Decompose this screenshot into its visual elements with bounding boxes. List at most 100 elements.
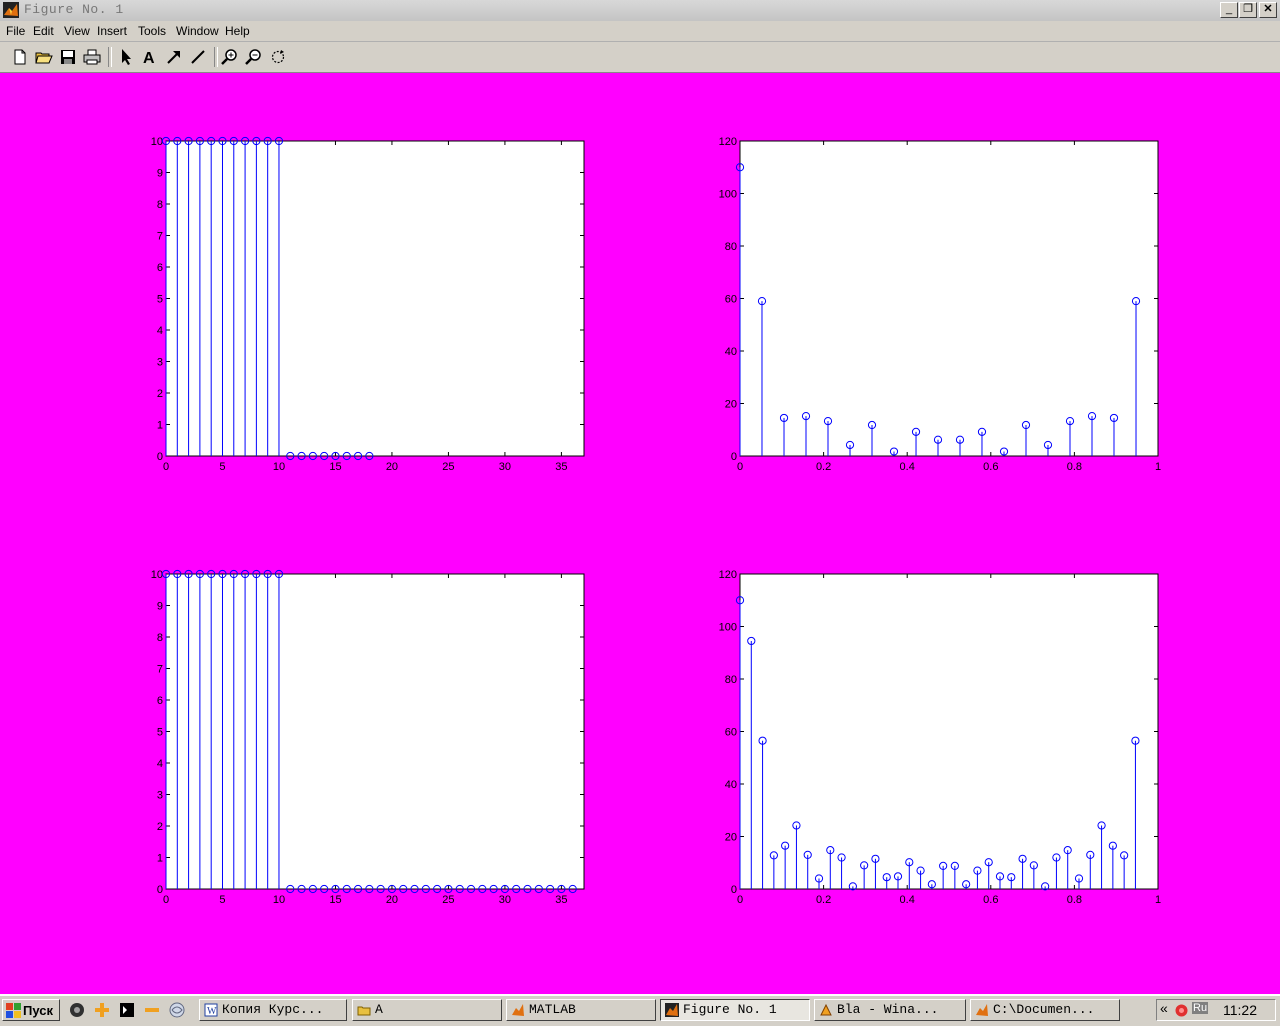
matlab-icon — [512, 1004, 524, 1016]
x-tick-label: 25 — [442, 894, 454, 906]
menu-help[interactable]: Help — [225, 24, 250, 38]
line-insert-icon[interactable] — [188, 47, 208, 67]
menu-insert[interactable]: Insert — [97, 24, 127, 38]
stem-plot-time-domain-1[interactable]: 0123456789100 5 10 15 20 25 30 35 — [110, 128, 630, 488]
y-tick-label: 1 — [157, 420, 163, 432]
x-tick-label: 0.4 — [900, 894, 915, 906]
x-tick-label: 0.8 — [1067, 894, 1082, 906]
x-tick-label: 0.6 — [983, 461, 998, 473]
y-tick-label: 8 — [157, 632, 163, 644]
task-documents-path[interactable]: C:\Documen... — [970, 999, 1120, 1021]
x-tick-label: 0 — [737, 461, 743, 473]
y-tick-label: 7 — [157, 231, 163, 243]
zoom-in-icon[interactable] — [220, 47, 240, 67]
arrow-insert-icon[interactable] — [164, 47, 184, 67]
menu-window[interactable]: Window — [176, 24, 219, 38]
y-tick-label: 7 — [157, 664, 163, 676]
menu-file[interactable]: File — [6, 24, 25, 38]
y-tick-label: 1 — [157, 853, 163, 865]
y-tick-label: 40 — [725, 346, 737, 358]
x-tick-label: 25 — [442, 461, 454, 473]
y-tick-label: 60 — [725, 294, 737, 306]
task-winamp[interactable]: Bla - Wina... — [814, 999, 966, 1021]
open-folder-icon[interactable] — [34, 47, 54, 67]
system-tray: « Ru 11:22 — [1156, 999, 1276, 1021]
y-tick-label: 120 — [719, 569, 737, 581]
browser-icon[interactable] — [169, 1002, 185, 1018]
matlab-icon — [3, 2, 19, 18]
menu-view[interactable]: View — [64, 24, 90, 38]
start-label: Пуск — [23, 1003, 53, 1018]
select-arrow-icon[interactable] — [116, 47, 136, 67]
toolbar-separator — [108, 47, 112, 67]
minimize-button[interactable]: _ — [1220, 2, 1238, 18]
text-insert-icon[interactable]: A — [140, 47, 160, 67]
matlab-icon — [976, 1004, 988, 1016]
x-tick-label: 5 — [219, 461, 225, 473]
command-prompt-icon[interactable] — [119, 1002, 135, 1018]
svg-text:A: A — [143, 50, 155, 67]
y-tick-label: 9 — [157, 168, 163, 180]
y-tick-label: 6 — [157, 262, 163, 274]
y-tick-label: 100 — [719, 622, 737, 634]
svg-text:W: W — [207, 1006, 217, 1017]
y-tick-label: 6 — [157, 695, 163, 707]
x-tick-label: 15 — [329, 894, 341, 906]
x-tick-label: 1 — [1155, 461, 1161, 473]
y-tick-label: 2 — [157, 821, 163, 833]
new-file-icon[interactable] — [10, 47, 30, 67]
y-tick-label: 8 — [157, 199, 163, 211]
zoom-out-icon[interactable] — [244, 47, 264, 67]
menu-tools[interactable]: Tools — [138, 24, 166, 38]
folder-icon — [357, 1006, 371, 1016]
taskbar: Пуск W Копия Курс... A MATLAB Figure No.… — [0, 994, 1280, 1026]
save-icon[interactable] — [58, 47, 78, 67]
window-titlebar[interactable]: Figure No. 1 _ ❐ ✕ — [0, 0, 1280, 22]
close-button[interactable]: ✕ — [1259, 2, 1277, 18]
menu-bar: File Edit View Insert Tools Window Help — [0, 21, 1280, 42]
x-tick-label: 0.8 — [1067, 461, 1082, 473]
stem-plot-spectrum-2[interactable]: 0204060801001200 0.2 0.4 0.6 0.8 1 — [684, 561, 1204, 921]
minus-icon[interactable] — [144, 1002, 160, 1018]
y-tick-label: 2 — [157, 388, 163, 400]
antivirus-icon[interactable] — [1174, 1003, 1189, 1018]
word-doc-icon: W — [204, 1003, 218, 1017]
restore-button[interactable]: ❐ — [1239, 2, 1257, 18]
task-folder-a[interactable]: A — [352, 999, 502, 1021]
start-button[interactable]: Пуск — [2, 999, 60, 1021]
task-figure-no-1[interactable]: Figure No. 1 — [660, 999, 810, 1021]
windows-logo-icon — [6, 1003, 21, 1018]
x-tick-label: 35 — [555, 894, 567, 906]
y-tick-label: 3 — [157, 790, 163, 802]
axes-box — [739, 140, 1159, 457]
language-indicator[interactable]: Ru — [1192, 1002, 1209, 1014]
menu-edit[interactable]: Edit — [33, 24, 54, 38]
figure-canvas: 0 1 2 3 4 5 6 7 8 9 10 0 5 10 15 20 25 30 35 0 20 40 60 80 100 1… — [0, 73, 1280, 993]
x-tick-label: 0.2 — [816, 461, 831, 473]
axes-box — [165, 140, 585, 457]
y-tick-label: 5 — [157, 727, 163, 739]
axes-box — [739, 573, 1159, 890]
window-title: Figure No. 1 — [24, 2, 124, 17]
tray-expand-button[interactable]: « — [1160, 1000, 1168, 1016]
media-player-icon[interactable] — [69, 1002, 85, 1018]
y-tick-label: 80 — [725, 241, 737, 253]
y-tick-label: 9 — [157, 601, 163, 613]
matlab-icon — [665, 1003, 679, 1017]
task-matlab[interactable]: MATLAB — [506, 999, 656, 1021]
y-tick-label: 40 — [725, 779, 737, 791]
y-tick-label: 3 — [157, 357, 163, 369]
y-tick-label: 100 — [719, 189, 737, 201]
stem-plot-time-domain-2[interactable]: 0123456789100 5 10 15 20 25 30 35 — [110, 561, 630, 921]
x-tick-label: 10 — [273, 894, 285, 906]
x-tick-label: 1 — [1155, 894, 1161, 906]
task-word-document[interactable]: W Копия Курс... — [199, 999, 347, 1021]
print-icon[interactable] — [82, 47, 102, 67]
x-tick-label: 30 — [499, 894, 511, 906]
stem-plot-spectrum-1[interactable]: 0204060801001200 0.2 0.4 0.6 0.8 1 — [684, 128, 1204, 488]
x-tick-label: 0 — [163, 894, 169, 906]
x-tick-label: 0.6 — [983, 894, 998, 906]
y-tick-label: 5 — [157, 294, 163, 306]
rotate-icon[interactable] — [268, 47, 288, 67]
plus-icon[interactable] — [94, 1002, 110, 1018]
